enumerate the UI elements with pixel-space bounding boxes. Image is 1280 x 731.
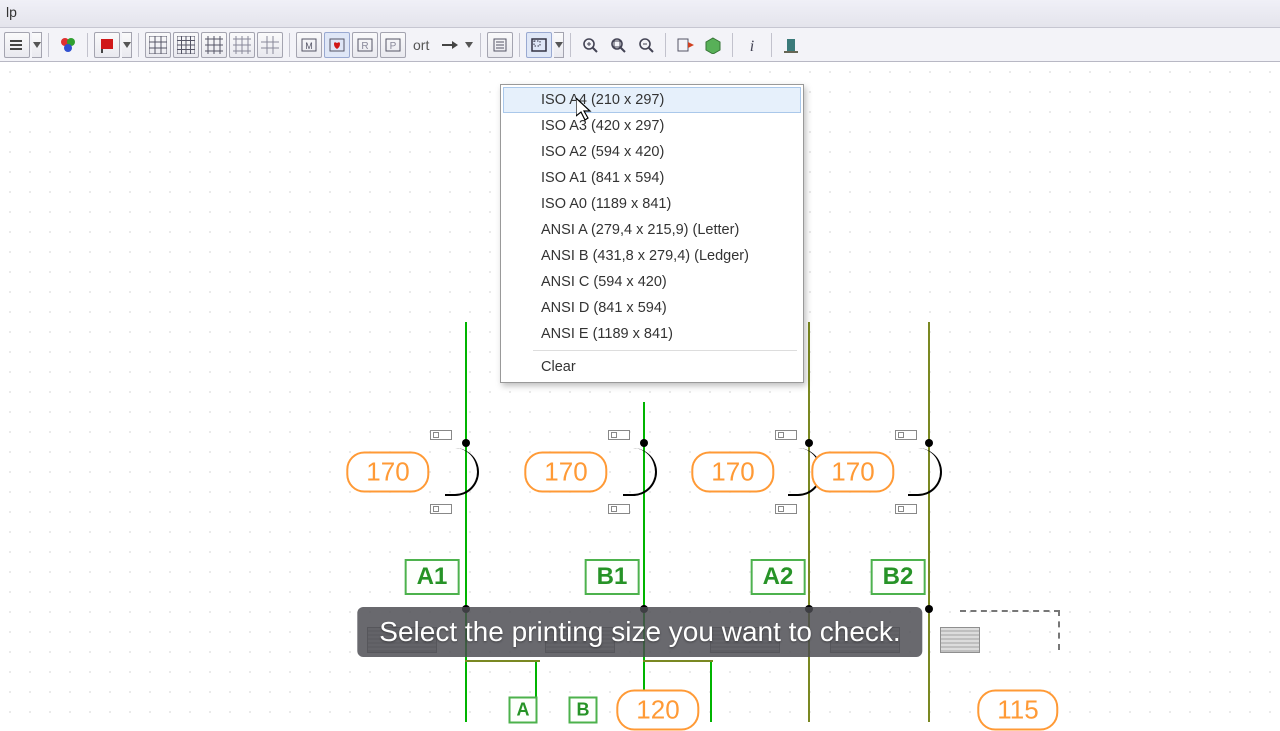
flag-button[interactable] — [94, 32, 120, 58]
flag-dropdown-caret[interactable] — [122, 32, 132, 58]
node-dot — [462, 439, 470, 447]
svg-text:i: i — [750, 38, 754, 54]
menu-item-ansi-b[interactable]: ANSI B (431,8 x 279,4) (Ledger) — [503, 243, 801, 269]
menu-separator — [533, 350, 797, 351]
node-dot — [805, 439, 813, 447]
svg-text:R: R — [361, 41, 368, 52]
menu-item-iso-a0[interactable]: ISO A0 (1189 x 841) — [503, 191, 801, 217]
mouse-cursor-icon — [576, 98, 596, 124]
contact-symbol — [908, 448, 942, 496]
snap-m-button[interactable]: M — [296, 32, 322, 58]
menu-item-iso-a4[interactable]: ISO A4 (210 x 297) — [503, 87, 801, 113]
package-button[interactable] — [700, 32, 726, 58]
zoom-out-button[interactable] — [633, 32, 659, 58]
svg-text:P: P — [390, 41, 397, 52]
list-button[interactable] — [487, 32, 513, 58]
component-value: 170 — [811, 452, 894, 493]
wire — [710, 662, 712, 722]
wire — [465, 660, 540, 662]
menu-item-iso-a1[interactable]: ISO A1 (841 x 594) — [503, 165, 801, 191]
grid-4-button[interactable] — [229, 32, 255, 58]
snap-heart-button[interactable] — [324, 32, 350, 58]
layer-dropdown-button[interactable] — [4, 32, 30, 58]
grid-5-button[interactable] — [257, 32, 283, 58]
menu-item-clear[interactable]: Clear — [503, 354, 801, 380]
terminal — [775, 430, 797, 440]
menu-item-ansi-c[interactable]: ANSI C (594 x 420) — [503, 269, 801, 295]
snap-r-button[interactable]: R — [352, 32, 378, 58]
menu-item-iso-a2[interactable]: ISO A2 (594 x 420) — [503, 139, 801, 165]
instruction-caption: Select the printing size you want to che… — [357, 607, 922, 657]
grid-2-button[interactable] — [173, 32, 199, 58]
grid-1-button[interactable] — [145, 32, 171, 58]
page-boundary-corner — [960, 610, 1060, 650]
snap-p-button[interactable]: P — [380, 32, 406, 58]
arrow-dropdown-caret[interactable] — [464, 32, 474, 58]
node-label: A2 — [751, 559, 806, 595]
ort-label: ort — [408, 32, 434, 58]
zoom-in-button[interactable] — [577, 32, 603, 58]
node-dot — [925, 605, 933, 613]
terminal — [430, 504, 452, 514]
color-palette-button[interactable] — [55, 32, 81, 58]
node-label: B1 — [585, 559, 640, 595]
terminal — [608, 430, 630, 440]
info-button[interactable]: i — [739, 32, 765, 58]
contact-symbol — [623, 448, 657, 496]
page-size-button[interactable] — [526, 32, 552, 58]
component-value: 115 — [977, 690, 1058, 731]
node-dot — [640, 439, 648, 447]
menu-item-ansi-a[interactable]: ANSI A (279,4 x 215,9) (Letter) — [503, 217, 801, 243]
wire — [643, 660, 713, 662]
node-dot — [925, 439, 933, 447]
node-label: A1 — [405, 559, 460, 595]
wire — [928, 322, 930, 722]
terminal — [895, 504, 917, 514]
component-value: 170 — [524, 452, 607, 493]
page-size-dropdown-caret[interactable] — [554, 32, 564, 58]
wire — [465, 322, 467, 722]
component-value: 170 — [346, 452, 429, 493]
menubar: lp — [0, 0, 1280, 28]
component-value: 120 — [616, 690, 699, 731]
page-size-dropdown: ISO A4 (210 x 297) ISO A3 (420 x 297) IS… — [500, 84, 804, 383]
node-label: B — [569, 697, 598, 724]
terminal — [430, 430, 452, 440]
export-button[interactable] — [672, 32, 698, 58]
door-button[interactable] — [778, 32, 804, 58]
layer-dropdown-caret[interactable] — [32, 32, 42, 58]
menu-item-help-fragment[interactable]: lp — [6, 4, 17, 20]
arrow-right-button[interactable] — [436, 32, 462, 58]
wire — [808, 322, 810, 722]
toolbar: M R P ort i — [0, 28, 1280, 62]
component-value: 170 — [691, 452, 774, 493]
terminal — [895, 430, 917, 440]
menu-item-ansi-d[interactable]: ANSI D (841 x 594) — [503, 295, 801, 321]
node-label: A — [509, 697, 538, 724]
contact-symbol — [445, 448, 479, 496]
grid-3-button[interactable] — [201, 32, 227, 58]
node-label: B2 — [871, 559, 926, 595]
terminal — [608, 504, 630, 514]
terminal — [775, 504, 797, 514]
menu-item-ansi-e[interactable]: ANSI E (1189 x 841) — [503, 321, 801, 347]
menu-item-iso-a3[interactable]: ISO A3 (420 x 297) — [503, 113, 801, 139]
svg-text:M: M — [305, 41, 313, 51]
zoom-fit-button[interactable] — [605, 32, 631, 58]
